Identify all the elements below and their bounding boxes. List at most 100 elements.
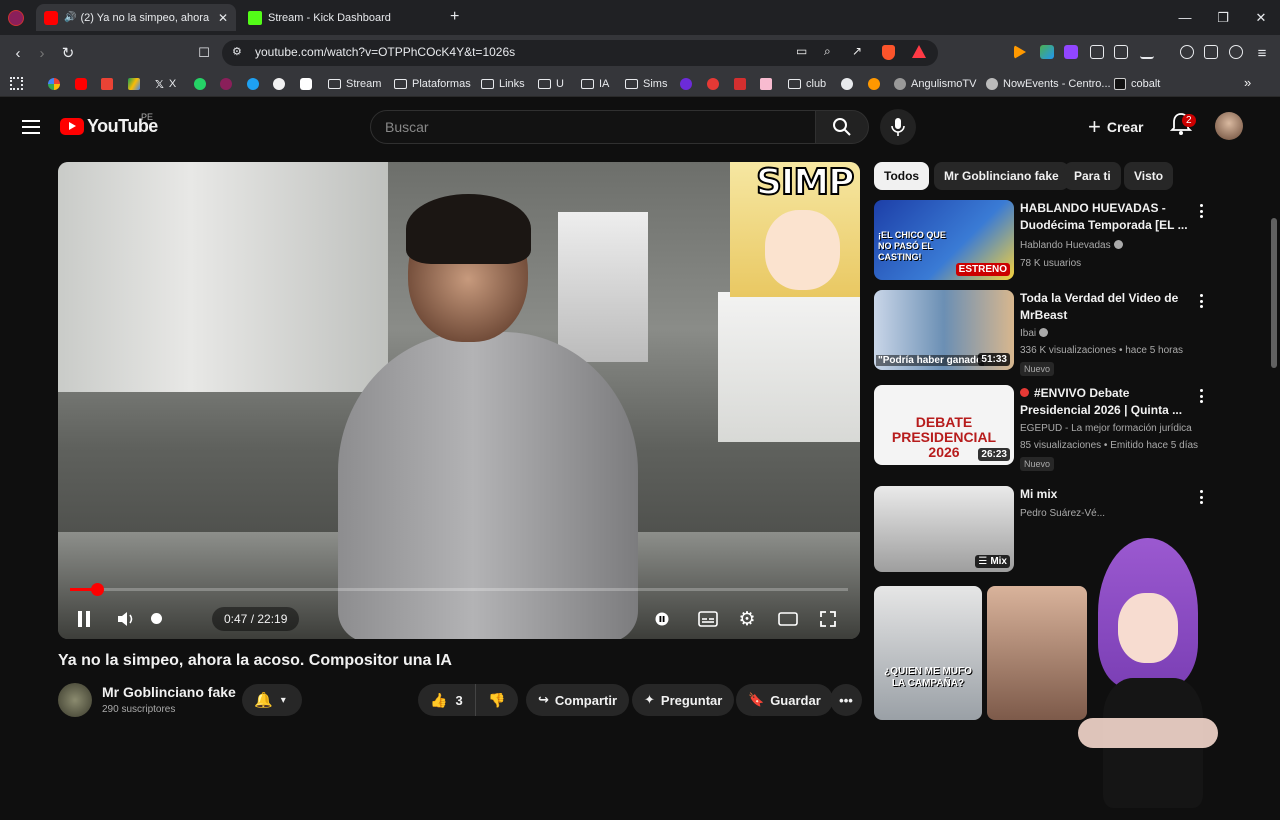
more-options-icon[interactable]: [1200, 389, 1204, 403]
apps-grid-icon[interactable]: [10, 77, 23, 90]
bookmark-page-icon[interactable]: ☐: [194, 43, 214, 63]
whatsapp-icon[interactable]: [194, 78, 206, 90]
short-thumbnail[interactable]: [987, 586, 1087, 720]
restore-icon[interactable]: ❐: [1204, 0, 1242, 35]
more-bookmarks-icon[interactable]: »: [1244, 75, 1251, 90]
video-player[interactable]: SIMP 0:47 / 22:19 ⚙: [58, 162, 860, 639]
share-button[interactable]: ↪ Compartir: [526, 684, 630, 716]
gear-bm-icon[interactable]: [841, 78, 853, 90]
mix-thumbnail[interactable]: ☰ Mix: [874, 486, 1014, 572]
recommendation-channel[interactable]: Hablando Huevadas: [1020, 240, 1123, 251]
profile-icon[interactable]: [8, 10, 24, 26]
tab-youtube[interactable]: 🔊 (2) Ya no la simpeo, ahora la a ✕: [36, 4, 236, 31]
recommendation-channel[interactable]: EGEPUD - La mejor formación jurídica: [1020, 423, 1192, 434]
puzzle-icon[interactable]: [1090, 45, 1104, 59]
zoom-icon[interactable]: ⌕: [824, 44, 831, 59]
back-icon[interactable]: ‹: [8, 43, 28, 63]
dislike-button[interactable]: 👎: [476, 684, 518, 716]
heart-icon[interactable]: [707, 78, 719, 90]
bookmark-cobalt[interactable]: cobalt: [1114, 76, 1160, 92]
bookmark-folder-club[interactable]: club: [788, 76, 826, 92]
close-tab-icon[interactable]: ✕: [218, 11, 228, 25]
more-options-icon[interactable]: [1200, 490, 1204, 504]
hamburger-menu-icon[interactable]: [22, 120, 40, 134]
gmail-icon[interactable]: [101, 78, 113, 90]
create-button[interactable]: + Crear: [1088, 110, 1143, 144]
download-icon[interactable]: [1140, 45, 1154, 59]
channel-avatar[interactable]: [58, 683, 92, 717]
volume-slider[interactable]: [151, 613, 162, 624]
github-icon[interactable]: [273, 78, 285, 90]
more-options-icon[interactable]: [1200, 294, 1204, 308]
voice-search-button[interactable]: [880, 109, 916, 145]
new-tab-icon[interactable]: +: [450, 8, 459, 26]
brave-shield-icon[interactable]: [882, 45, 895, 60]
recommendation-channel[interactable]: Pedro Suárez-Vé...: [1020, 508, 1105, 519]
minimize-icon[interactable]: —: [1166, 0, 1204, 35]
brave-rewards-icon[interactable]: [912, 45, 926, 58]
site-purple-icon[interactable]: [680, 78, 692, 90]
recommendation-channel[interactable]: Ibai: [1020, 328, 1049, 339]
recommendation-title[interactable]: Mi mix: [1020, 486, 1195, 503]
edge-icon[interactable]: [247, 78, 259, 90]
google-icon[interactable]: [48, 78, 60, 90]
recommendation-item[interactable]: "Podría haber ganado 51:33 Toda la Verda…: [874, 290, 1214, 376]
reading-list-icon[interactable]: [1114, 45, 1128, 59]
pause-icon[interactable]: [70, 605, 98, 633]
site-red-icon[interactable]: [734, 78, 746, 90]
video-thumbnail[interactable]: "Podría haber ganado 51:33: [874, 290, 1014, 370]
site-orange-icon[interactable]: [868, 78, 880, 90]
chip-visto[interactable]: Visto: [1124, 162, 1174, 190]
ask-button[interactable]: ✦ Preguntar: [632, 684, 735, 716]
more-options-icon[interactable]: [1200, 204, 1204, 218]
progress-bar[interactable]: [70, 583, 848, 596]
recommendation-title[interactable]: HABLANDO HUEVADAS - Duodécima Temporada …: [1020, 200, 1195, 234]
scrollbar-thumb[interactable]: [1271, 218, 1277, 368]
recommendation-title[interactable]: Toda la Verdad del Video de MrBeast: [1020, 290, 1195, 324]
bookmark-x[interactable]: 𝕏X: [155, 76, 176, 92]
channel-name[interactable]: Mr Goblinciano fake: [102, 684, 236, 700]
search-button[interactable]: [815, 110, 869, 144]
subtitles-icon[interactable]: [694, 605, 722, 633]
chip-todos[interactable]: Todos: [874, 162, 930, 190]
site-pink-icon[interactable]: [760, 78, 772, 90]
bookmark-nowevents[interactable]: NowEvents - Centro...: [986, 76, 1111, 92]
chatgpt-icon[interactable]: [300, 78, 312, 90]
channel-icon[interactable]: [220, 78, 232, 90]
more-actions-button[interactable]: •••: [830, 684, 862, 716]
account-avatar[interactable]: [1215, 112, 1243, 140]
chip-para-ti[interactable]: Para ti: [1064, 162, 1121, 190]
bookmark-folder-u[interactable]: U: [538, 76, 564, 92]
recommendation-title[interactable]: #ENVIVO Debate Presidencial 2026 | Quint…: [1020, 385, 1195, 419]
bookmark-folder-plataformas[interactable]: Plataformas: [394, 76, 471, 92]
close-window-icon[interactable]: ✕: [1242, 0, 1280, 35]
menu-icon[interactable]: ≡: [1252, 43, 1272, 63]
play-extension-icon[interactable]: [1014, 45, 1026, 59]
fullscreen-icon[interactable]: [814, 605, 842, 633]
tab-kick[interactable]: Stream - Kick Dashboard: [240, 4, 440, 31]
cast-icon[interactable]: ▭: [796, 44, 807, 58]
bookmark-folder-sims[interactable]: Sims: [625, 76, 667, 92]
video-thumbnail[interactable]: DEBATE PRESIDENCIAL 2026 26:23: [874, 385, 1014, 465]
chip-channel[interactable]: Mr Goblinciano fake: [934, 162, 1069, 190]
vpn-icon[interactable]: [1229, 45, 1243, 59]
pause-autoplay-icon[interactable]: [648, 605, 676, 633]
search-box[interactable]: [370, 110, 816, 144]
bookmark-folder-links[interactable]: Links: [481, 76, 525, 92]
share-icon[interactable]: ↗: [852, 44, 862, 58]
site-info-icon[interactable]: ⚙: [232, 45, 242, 58]
page-scrollbar[interactable]: [1268, 196, 1280, 818]
bookmark-angulismotv[interactable]: AngulismoTV: [894, 76, 976, 92]
bookmark-folder-ia[interactable]: IA: [581, 76, 609, 92]
extension-icon[interactable]: [1040, 45, 1054, 59]
drive-icon[interactable]: [128, 78, 140, 90]
reload-icon[interactable]: ↻: [58, 43, 78, 63]
search-input[interactable]: [385, 119, 785, 135]
save-button[interactable]: 🔖 Guardar: [736, 684, 833, 716]
video-thumbnail[interactable]: ¡EL CHICO QUE NO PASÓ EL CASTING! ESTREN…: [874, 200, 1014, 280]
settings-gear-icon[interactable]: ⚙: [733, 605, 761, 633]
media-icon[interactable]: [1180, 45, 1194, 59]
subscribed-button[interactable]: 🔔 ▾: [242, 684, 302, 716]
youtube-bm-icon[interactable]: [75, 78, 87, 90]
recommendation-item[interactable]: DEBATE PRESIDENCIAL 2026 26:23 #ENVIVO D…: [874, 385, 1214, 471]
